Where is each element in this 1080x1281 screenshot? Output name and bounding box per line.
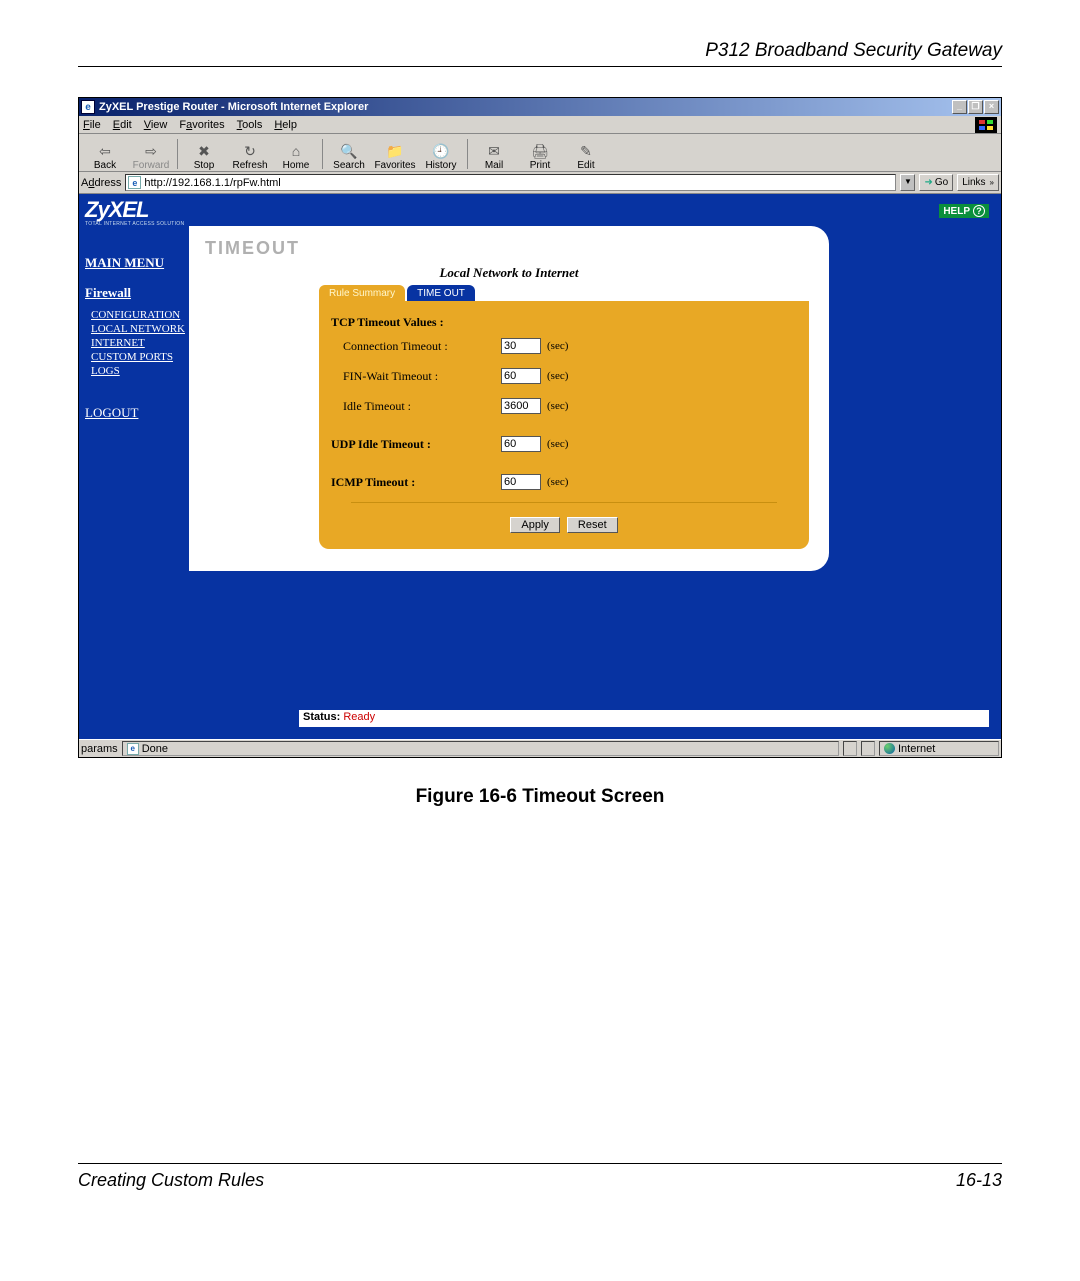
address-url: http://192.168.1.1/rpFw.html: [144, 177, 280, 189]
udp-idle-timeout-input[interactable]: [501, 436, 541, 452]
help-button[interactable]: HELP ?: [939, 204, 989, 218]
menu-view[interactable]: View: [144, 119, 168, 131]
footer-left: Creating Custom Rules: [78, 1170, 264, 1191]
connection-timeout-input[interactable]: [501, 338, 541, 354]
favorites-button[interactable]: 📁Favorites: [373, 137, 417, 171]
address-label: Address: [81, 177, 121, 189]
main-menu-heading: MAIN MENU: [85, 255, 189, 271]
tab-rule-summary[interactable]: Rule Summary: [319, 285, 405, 301]
unit-sec: (sec): [547, 400, 568, 412]
ie-status-left: e Done: [122, 741, 839, 756]
page-title: TIMEOUT: [205, 238, 829, 259]
ie-icon: e: [81, 100, 95, 114]
menu-tools[interactable]: Tools: [237, 119, 263, 131]
internet-zone-icon: [884, 743, 895, 754]
mail-button[interactable]: ✉Mail: [472, 137, 516, 171]
brand-logo: ZyXEL TOTAL INTERNET ACCESS SOLUTION: [85, 200, 189, 227]
icmp-timeout-label: ICMP Timeout :: [331, 475, 501, 490]
unit-sec: (sec): [547, 476, 568, 488]
tcp-section-heading: TCP Timeout Values :: [331, 315, 797, 330]
titlebar: e ZyXEL Prestige Router - Microsoft Inte…: [79, 98, 1001, 116]
address-dropdown[interactable]: ▼: [900, 174, 915, 191]
sidebar: ZyXEL TOTAL INTERNET ACCESS SOLUTION MAI…: [79, 194, 189, 739]
idle-timeout-input[interactable]: [501, 398, 541, 414]
figure-caption: Figure 16-6 Timeout Screen: [78, 786, 1002, 808]
nav-configuration[interactable]: CONFIGURATION: [91, 309, 189, 321]
links-button[interactable]: Links»: [957, 174, 999, 191]
go-button[interactable]: ➜Go: [919, 174, 953, 191]
icmp-timeout-input[interactable]: [501, 474, 541, 490]
tab-timeout[interactable]: TIME OUT: [407, 285, 475, 301]
search-button[interactable]: 🔍Search: [327, 137, 371, 171]
nav-logs[interactable]: LOGS: [91, 365, 189, 377]
unit-sec: (sec): [547, 438, 568, 450]
page-icon: e: [128, 176, 141, 189]
apply-button[interactable]: Apply: [510, 517, 560, 533]
udp-idle-timeout-label: UDP Idle Timeout :: [331, 437, 501, 452]
finwait-timeout-label: FIN-Wait Timeout :: [331, 369, 501, 384]
menu-edit[interactable]: Edit: [113, 119, 132, 131]
minimize-button[interactable]: _: [952, 100, 967, 114]
close-button[interactable]: ×: [984, 100, 999, 114]
restore-button[interactable]: ❐: [968, 100, 983, 114]
page-subtitle: Local Network to Internet: [189, 265, 829, 281]
edit-button[interactable]: ✎Edit: [564, 137, 608, 171]
address-bar: Address e http://192.168.1.1/rpFw.html ▼…: [79, 172, 1001, 194]
page-icon: e: [127, 743, 139, 755]
back-button[interactable]: ⇦Back: [83, 137, 127, 171]
doc-header: P312 Broadband Security Gateway: [78, 40, 1002, 67]
browser-window: e ZyXEL Prestige Router - Microsoft Inte…: [78, 97, 1002, 758]
menu-file[interactable]: File: [83, 119, 101, 131]
nav-custom-ports[interactable]: CUSTOM PORTS: [91, 351, 189, 363]
content-card: TIMEOUT Local Network to Internet Rule S…: [189, 226, 829, 571]
status-value: Ready: [343, 711, 375, 723]
reset-button[interactable]: Reset: [567, 517, 618, 533]
forward-button[interactable]: ⇨Forward: [129, 137, 173, 171]
nav-logout[interactable]: LOGOUT: [85, 405, 189, 421]
ie-status-zone: Internet: [879, 741, 999, 756]
history-button[interactable]: 🕘History: [419, 137, 463, 171]
menu-favorites[interactable]: Favorites: [179, 119, 224, 131]
menubar: File Edit View Favorites Tools Help: [79, 116, 1001, 134]
stop-button[interactable]: ✖Stop: [182, 137, 226, 171]
unit-sec: (sec): [547, 340, 568, 352]
doc-footer: Creating Custom Rules 16-13: [78, 1163, 1002, 1191]
ie-status-bar: params e Done Internet: [79, 739, 1001, 757]
page-content: ZyXEL TOTAL INTERNET ACCESS SOLUTION MAI…: [79, 194, 1001, 739]
nav-local-network[interactable]: LOCAL NETWORK: [91, 323, 189, 335]
window-title: ZyXEL Prestige Router - Microsoft Intern…: [99, 101, 368, 113]
app-status-bar: Status: Ready: [299, 710, 989, 727]
unit-sec: (sec): [547, 370, 568, 382]
finwait-timeout-input[interactable]: [501, 368, 541, 384]
help-icon: ?: [973, 205, 985, 217]
windows-logo-icon: [975, 117, 997, 133]
idle-timeout-label: Idle Timeout :: [331, 399, 501, 414]
home-button[interactable]: ⌂Home: [274, 137, 318, 171]
connection-timeout-label: Connection Timeout :: [331, 339, 501, 354]
refresh-button[interactable]: ↻Refresh: [228, 137, 272, 171]
menu-help[interactable]: Help: [274, 119, 297, 131]
print-button[interactable]: 🖨Print: [518, 137, 562, 171]
address-input[interactable]: e http://192.168.1.1/rpFw.html: [125, 174, 896, 191]
footer-right: 16-13: [956, 1170, 1002, 1191]
nav-internet[interactable]: INTERNET: [91, 337, 189, 349]
timeout-panel: TCP Timeout Values : Connection Timeout …: [319, 301, 809, 549]
menu-category-firewall[interactable]: Firewall: [85, 285, 189, 301]
toolbar: ⇦Back ⇨Forward ✖Stop ↻Refresh ⌂Home 🔍Sea…: [79, 134, 1001, 172]
